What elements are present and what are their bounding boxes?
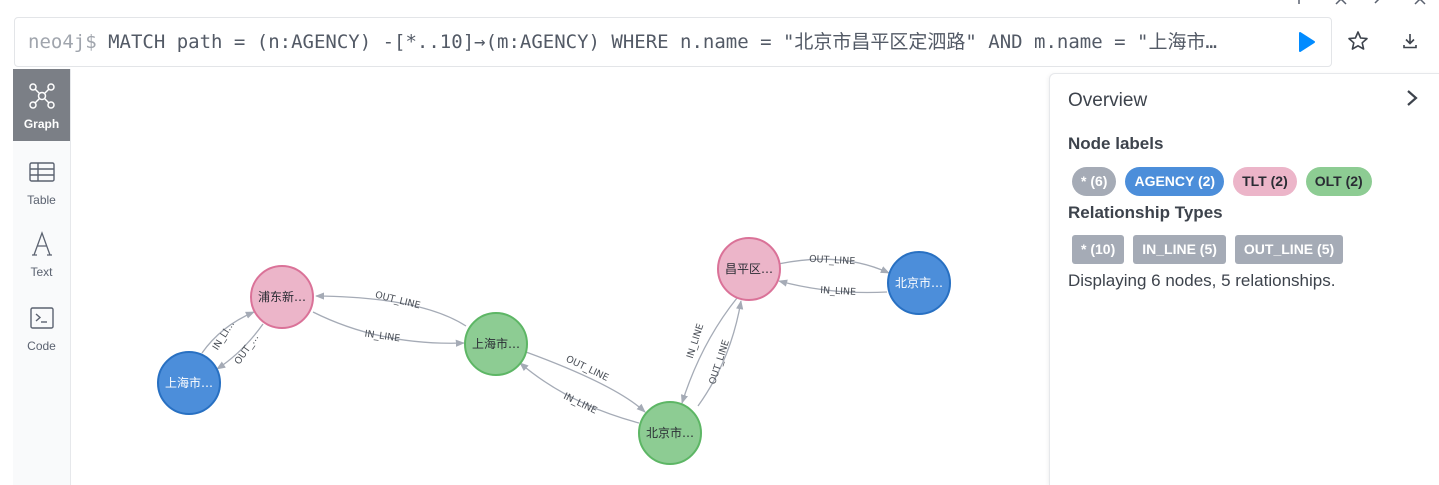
node-caption: 北京市… — [895, 275, 943, 290]
overview-panel: Overview Node labels * (6) AGENCY (2) TLT … — [1049, 73, 1439, 485]
overview-title: Overview — [1068, 90, 1148, 111]
node-labels-heading: Node labels — [1068, 134, 1164, 153]
table-icon — [29, 162, 55, 182]
text-icon — [32, 231, 52, 256]
query-bar: neo4j$ MATCH path = (n:AGENCY) -[*..10]→… — [0, 0, 1439, 70]
code-icon — [30, 307, 54, 329]
graph-status-text: Displaying 6 nodes, 5 relationships. — [1068, 271, 1336, 290]
favorite-star-icon[interactable] — [1345, 28, 1371, 54]
download-icon[interactable] — [1397, 28, 1423, 54]
relationship-type-pill[interactable]: * (10) — [1072, 235, 1125, 264]
chevron-right-icon[interactable] — [1402, 87, 1422, 109]
graph-node[interactable]: 昌平区… — [717, 237, 781, 301]
relationship-label: IN_LI… — [211, 319, 237, 352]
relationship-type-pill[interactable]: OUT_LINE (5) — [1234, 235, 1344, 264]
sidebar-item-label: Text — [30, 265, 53, 279]
sidebar-item-graph[interactable]: Graph — [13, 69, 70, 141]
relationship-label: OUT_LINE — [707, 339, 732, 386]
sidebar-item-table[interactable]: Table — [13, 145, 70, 217]
close-icon[interactable] — [1334, 0, 1348, 6]
node-label-pill[interactable]: TLT (2) — [1233, 167, 1297, 196]
relationship-label: OUT_… — [233, 332, 262, 367]
relationship-label: IN_LINE — [685, 322, 707, 360]
node-label-pill[interactable]: AGENCY (2) — [1125, 167, 1225, 196]
collapse-icon[interactable] — [1373, 0, 1387, 6]
query-string: MATCH path = (n:AGENCY) -[*..10]→(m:AGEN… — [96, 31, 1217, 53]
graph-node[interactable]: 浦东新… — [250, 265, 314, 329]
relationship-label: IN_LINE — [562, 391, 599, 417]
sidebar-item-text[interactable]: Text — [13, 217, 70, 289]
relationship-types-heading: Relationship Types — [1068, 203, 1223, 222]
close-frame-icon[interactable] — [1413, 0, 1427, 6]
node-label-pill[interactable]: * (6) — [1072, 167, 1117, 196]
pin-icon[interactable] — [1292, 0, 1306, 6]
node-caption: 浦东新… — [258, 289, 306, 304]
relationship-label: OUT_LINE — [374, 290, 421, 312]
node-labels-list: * (6) AGENCY (2) TLT (2) OLT (2) — [1072, 167, 1372, 196]
node-caption: 北京市… — [646, 425, 694, 440]
sidebar-item-label: Table — [27, 193, 56, 207]
run-query-button[interactable] — [1294, 30, 1318, 54]
graph-node[interactable]: 北京市… — [887, 251, 951, 315]
nodes-layer: 浦东新… 上海市… 上海市… 北京市… 昌平区… 北京市… — [157, 237, 951, 465]
graph-node[interactable]: 北京市… — [638, 401, 702, 465]
graph-icon — [29, 83, 55, 109]
graph-node[interactable]: 上海市… — [157, 351, 221, 415]
relationship-label: OUT_LINE — [809, 254, 856, 267]
relationship-label: IN_LINE — [364, 329, 401, 345]
node-caption: 昌平区… — [725, 262, 773, 276]
relationship-label: IN_LINE — [820, 285, 856, 298]
graph-node[interactable]: 上海市… — [464, 312, 528, 376]
graph-canvas[interactable]: OUT_LINE IN_LINE IN_LI… OUT_… OUT_LINE IN_LIN… — [71, 70, 1049, 485]
editor-prompt: neo4j$ — [28, 31, 97, 53]
relationship-types-list: * (10) IN_LINE (5) OUT_LINE (5) — [1072, 235, 1344, 264]
relationship-edge[interactable] — [519, 362, 640, 424]
relationship-type-pill[interactable]: IN_LINE (5) — [1133, 235, 1226, 264]
node-caption: 上海市… — [472, 336, 520, 351]
sidebar-item-label: Code — [27, 339, 56, 353]
query-editor[interactable]: neo4j$ MATCH path = (n:AGENCY) -[*..10]→… — [14, 17, 1332, 67]
graph-svg[interactable]: OUT_LINEIN_LINEIN_LI…OUT_…OUT_LINEIN_LIN… — [71, 70, 1049, 485]
node-caption: 上海市… — [165, 375, 213, 390]
sidebar-item-label: Graph — [23, 117, 60, 131]
sidebar-item-code[interactable]: Code — [13, 291, 70, 363]
node-label-pill[interactable]: OLT (2) — [1305, 167, 1372, 196]
query-text[interactable]: neo4j$ MATCH path = (n:AGENCY) -[*..10]→… — [28, 30, 1286, 54]
view-sidebar: Graph Table Text Code — [13, 69, 71, 485]
relationship-label: OUT_LINE — [564, 354, 610, 384]
